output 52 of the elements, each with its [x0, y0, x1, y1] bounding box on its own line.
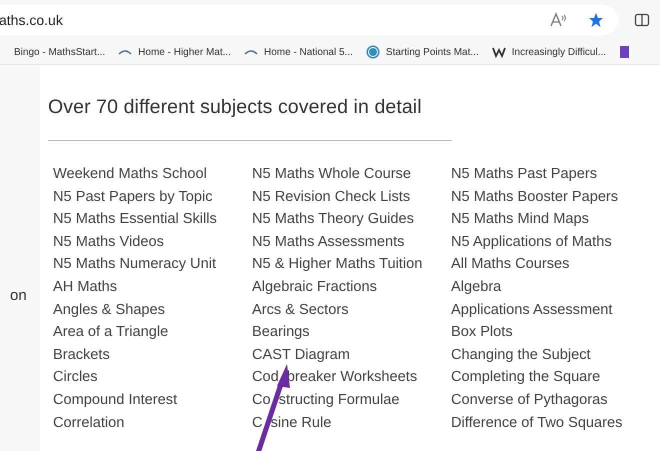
star-icon[interactable]: [588, 12, 604, 28]
subject-link[interactable]: Completing the Square: [451, 366, 600, 389]
subject-link[interactable]: Converse of Pythagoras: [451, 388, 608, 412]
arc-icon: [118, 48, 132, 56]
subject-link[interactable]: Compound Interest: [53, 388, 178, 412]
subject-link[interactable]: All Maths Courses: [451, 253, 570, 276]
arc-icon: [244, 48, 258, 56]
subject-link[interactable]: Applications Assessment: [451, 298, 612, 322]
subject-link[interactable]: Cod: [252, 366, 279, 389]
subject-link[interactable]: Difference of Two Squares: [451, 412, 622, 434]
subject-link[interactable]: N5 Maths Videos: [53, 230, 164, 254]
subject-link[interactable]: N5 Applications of Maths: [451, 230, 612, 254]
subject-link[interactable]: structing Formulae: [278, 388, 400, 412]
subject-link[interactable]: N5 Revision Check Lists: [252, 186, 410, 208]
subject-link[interactable]: Correlation: [53, 412, 124, 434]
section-heading: Over 70 different subjects covered in detail: [48, 96, 423, 119]
subject-link[interactable]: Changing the Subject: [451, 344, 591, 366]
subject-link[interactable]: Angles & Shapes: [53, 298, 165, 322]
subject-link[interactable]: sine Rule: [270, 412, 332, 434]
read-aloud-icon[interactable]: [550, 12, 568, 28]
subject-link[interactable]: Weekend Maths School: [53, 163, 207, 186]
subject-link[interactable]: N5 Maths Mind Maps: [451, 208, 589, 231]
subject-link[interactable]: Area of a Triangle: [53, 321, 168, 344]
subject-link[interactable]: N5 Maths Assessments: [252, 230, 404, 254]
subject-link[interactable]: CAST Diagram: [252, 344, 350, 366]
bookmark[interactable]: Increasingly Difficul...: [492, 46, 606, 58]
subject-link[interactable]: Algebraic Fractions: [252, 276, 377, 299]
subject-link[interactable]: N5 Maths Essential Skills: [53, 208, 217, 231]
subject-link[interactable]: AH Maths: [53, 276, 118, 299]
bookmark[interactable]: Bingo - MathsStart...: [14, 46, 106, 58]
subject-link[interactable]: N5 Maths Numeracy Unit: [53, 253, 216, 276]
sidebar-text: on: [10, 287, 27, 304]
subject-link[interactable]: N5 Past Papers by Topic: [53, 186, 213, 208]
bookmark[interactable]: Home - National 5...: [244, 46, 353, 58]
subject-link[interactable]: N5 Maths Theory Guides: [252, 208, 414, 231]
w-logo-icon: [492, 46, 506, 58]
subject-link[interactable]: Algebra: [451, 276, 502, 299]
subject-link[interactable]: C: [252, 412, 263, 434]
bookmark[interactable]: Home - Higher Mat...: [118, 46, 231, 58]
bookmark[interactable]: Starting Points Mat...: [366, 45, 479, 59]
subject-link[interactable]: Circles: [53, 366, 98, 389]
subject-link[interactable]: N5 Maths Past Papers: [451, 163, 598, 186]
subject-link[interactable]: Arcs & Sectors: [252, 298, 349, 322]
subject-link[interactable]: Brackets: [53, 344, 110, 366]
subject-link[interactable]: Bearings: [252, 321, 310, 344]
split-screen-icon[interactable]: [634, 12, 650, 28]
bookmark-icon[interactable]: [619, 45, 630, 59]
subject-link[interactable]: N5 & Higher Maths Tuition: [252, 253, 422, 276]
subject-link[interactable]: N5 Maths Booster Papers: [451, 186, 618, 208]
subject-link[interactable]: Co: [252, 388, 271, 412]
subject-link[interactable]: Box Plots: [451, 321, 513, 344]
subject-link[interactable]: N5 Maths Whole Course: [252, 163, 411, 186]
